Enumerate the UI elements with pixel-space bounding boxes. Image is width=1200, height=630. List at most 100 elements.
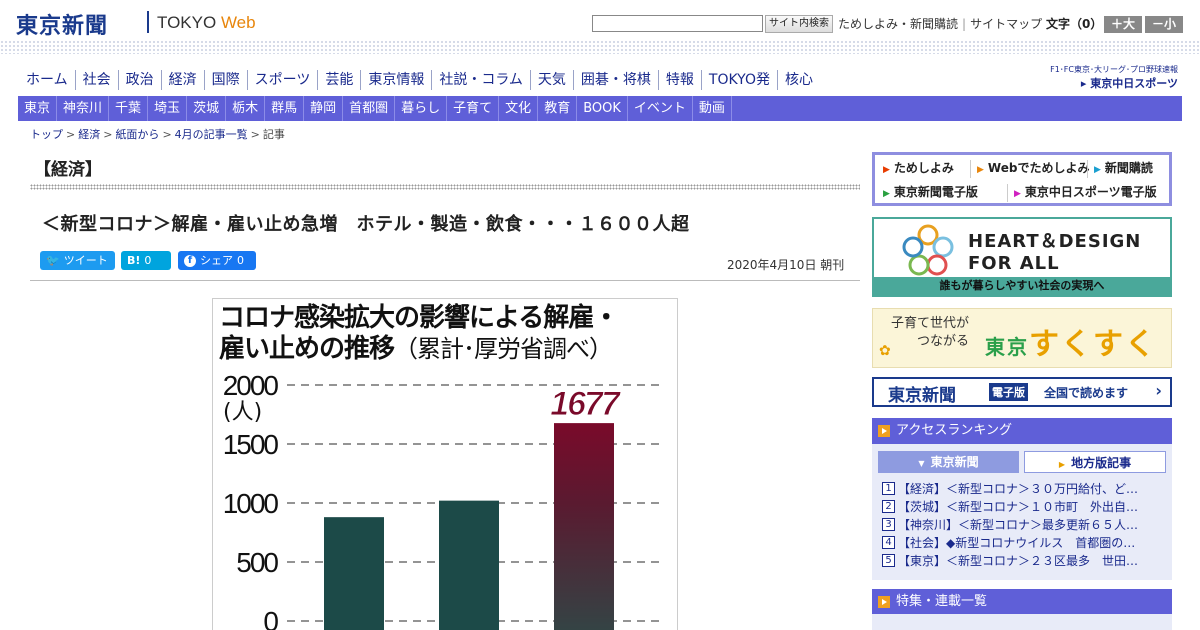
list-item[interactable]: 5 【東京】＜新型コロナ＞２３区最多 世田… — [882, 552, 1167, 570]
nav-item-politics[interactable]: 政治 — [119, 70, 162, 90]
region-item[interactable]: BOOK — [577, 96, 628, 121]
tweet-button[interactable]: 🐦 ツイート — [40, 251, 115, 270]
list-item[interactable]: 1 【経済】＜新型コロナ＞３０万円給付、ど… — [882, 480, 1167, 498]
breadcrumb-april[interactable]: 4月の記事一覧 — [175, 128, 248, 141]
nav-item-society[interactable]: 社会 — [76, 70, 119, 90]
header-link-sitemap[interactable]: サイトマップ — [970, 17, 1042, 31]
facebook-share-button[interactable]: f シェア 0 — [178, 251, 256, 270]
quick-link-chunichi-e-paper[interactable]: ▶ 東京中日スポーツ電子版 — [1007, 184, 1157, 202]
site-search-button[interactable]: サイト内検索 — [765, 15, 833, 33]
data-label: 1677 — [550, 385, 622, 423]
rank-number: 5 — [882, 554, 895, 567]
hatena-count: 0 — [144, 254, 152, 267]
chevron-right-icon: › — [1155, 381, 1162, 400]
main-nav: ホーム 社会 政治 経済 国際 スポーツ 芸能 東京情報 社説・コラム 天気 囲… — [20, 70, 820, 90]
region-item[interactable]: 埼玉 — [148, 96, 188, 121]
ranking-panel: ▼ 東京新聞 ▶ 地方版記事 1 【経済】＜新型コロナ＞３０万円給付、ど… 2 【茨城】… — [872, 444, 1172, 580]
list-item[interactable]: 4 【社会】◆新型コロナウイルス 首都圏の… — [882, 534, 1167, 552]
region-item[interactable]: 神奈川 — [57, 96, 110, 121]
tab-tokyo-shimbun[interactable]: ▼ 東京新聞 — [878, 451, 1019, 473]
nav-item-entertainment[interactable]: 芸能 — [318, 70, 362, 90]
quick-link-web-trial[interactable]: ▶ Webでためしよみ — [970, 160, 1089, 178]
region-item[interactable]: 動画 — [693, 96, 732, 121]
nav-item-tokyo-hatsu[interactable]: TOKYO発 — [702, 70, 778, 90]
nav-item-weather[interactable]: 天気 — [531, 70, 574, 90]
region-item[interactable]: イベント — [628, 96, 693, 121]
region-item[interactable]: 千葉 — [109, 96, 149, 121]
chunichi-sports-link[interactable]: F1･FC東京･大リーグ･プロ野球速報 ▸ 東京中日スポーツ — [1028, 64, 1178, 91]
logo-divider — [147, 11, 149, 33]
region-item[interactable]: 栃木 — [226, 96, 266, 121]
banner-hd-line1: HEART＆DESIGN — [968, 231, 1142, 252]
heart-design-banner[interactable]: HEART＆DESIGN FOR ALL 誰もが暮らしやすい社会の実現へ — [872, 217, 1172, 297]
quick-link-subscribe[interactable]: ▶ 新聞購読 — [1087, 160, 1153, 178]
breadcrumb-paper[interactable]: 紙面から — [115, 128, 159, 141]
nav-item-core[interactable]: 核心 — [778, 70, 820, 90]
nav-item-tokyo-info[interactable]: 東京情報 — [361, 70, 433, 90]
nav-item-sports[interactable]: スポーツ — [248, 70, 319, 90]
tab-local-articles[interactable]: ▶ 地方版記事 — [1024, 451, 1166, 473]
region-item[interactable]: 静岡 — [304, 96, 344, 121]
arrow-icon: ▶ — [883, 165, 890, 175]
section-arrow-icon — [878, 596, 890, 608]
site-logo-en[interactable]: TOKYO Web — [157, 13, 256, 33]
nav-item-economy[interactable]: 経済 — [162, 70, 205, 90]
flower-icon: ✿ — [879, 343, 891, 359]
nav-item-special[interactable]: 特報 — [659, 70, 702, 90]
sukusuku-banner[interactable]: 子育て世代が つながる 東京すくすく ✿ — [872, 308, 1172, 368]
region-item[interactable]: 文化 — [499, 96, 539, 121]
facebook-icon: f — [184, 254, 196, 267]
region-item[interactable]: 首都圏 — [343, 96, 396, 121]
banner-sk-small1: 子育て世代が — [891, 316, 970, 331]
region-item[interactable]: 暮らし — [395, 96, 448, 121]
font-larger-button[interactable]: ＋大 — [1104, 16, 1142, 33]
rank-number: 1 — [882, 482, 895, 495]
chunichi-small-text: F1･FC東京･大リーグ･プロ野球速報 — [1050, 65, 1178, 74]
arrow-icon: ▶ — [977, 165, 984, 175]
breadcrumb-sep: > — [103, 128, 113, 141]
e-paper-banner[interactable]: 東京新聞 電子版 全国で読めます › — [872, 377, 1172, 407]
breadcrumb-top[interactable]: トップ — [30, 128, 63, 141]
arrow-icon: ▶ — [883, 189, 890, 199]
list-item[interactable]: 3 【神奈川】＜新型コロナ＞最多更新６５人… — [882, 516, 1167, 534]
rank-title: 【社会】◆新型コロナウイルス 首都圏の… — [898, 536, 1136, 550]
hatena-bookmark-button[interactable]: B! 0 — [121, 251, 171, 270]
quick-link-e-paper[interactable]: ▶ 東京新聞電子版 — [883, 184, 978, 202]
banner-hd-line2: FOR ALL — [968, 253, 1060, 274]
feature-header: 特集・連載一覧 — [872, 589, 1172, 615]
article-headline: ＜新型コロナ＞解雇・雇い止め急増 ホテル・製造・飲食・・・１６００人超 — [42, 214, 690, 235]
banner-sk-tokyo: 東京 — [985, 335, 1029, 359]
fb-share-count: 0 — [237, 254, 244, 267]
region-item[interactable]: 東京 — [18, 96, 58, 121]
arrow-icon: ▶ — [1094, 165, 1101, 175]
header-link-trial[interactable]: ためしよみ・新聞購読 — [838, 17, 958, 31]
region-item[interactable]: 群馬 — [265, 96, 305, 121]
breadcrumb-economy[interactable]: 経済 — [78, 128, 100, 141]
banner-hd-text: HEART＆DESIGN FOR ALL — [968, 227, 1141, 274]
site-search-input[interactable] — [592, 15, 763, 32]
banner-sk-small2: つながる — [917, 334, 970, 349]
region-item[interactable]: 茨城 — [187, 96, 227, 121]
rank-title: 【経済】＜新型コロナ＞３０万円給付、ど… — [898, 482, 1139, 496]
nav-item-international[interactable]: 国際 — [205, 70, 248, 90]
quick-link-label: 東京新聞電子版 — [893, 185, 978, 199]
triangle-down-icon: ▼ — [918, 459, 925, 468]
nav-item-editorial[interactable]: 社説・コラム — [432, 70, 531, 90]
region-item[interactable]: 教育 — [538, 96, 578, 121]
nav-item-go-shogi[interactable]: 囲碁・将棋 — [574, 70, 659, 90]
quick-link-label: 東京中日スポーツ電子版 — [1024, 185, 1157, 199]
quick-link-trial[interactable]: ▶ ためしよみ — [883, 160, 954, 178]
bar — [554, 423, 614, 630]
rank-number: 3 — [882, 518, 895, 531]
site-logo[interactable]: 東京新聞 — [16, 8, 108, 40]
region-item[interactable]: 子育て — [447, 96, 500, 121]
list-item[interactable]: 2 【茨城】＜新型コロナ＞１０市町 外出自… — [882, 498, 1167, 516]
arrow-icon: ▶ — [1014, 189, 1021, 199]
nav-item-home[interactable]: ホーム — [20, 70, 76, 90]
rank-title: 【神奈川】＜新型コロナ＞最多更新６５人… — [898, 518, 1139, 532]
rank-number: 4 — [882, 536, 895, 549]
bar — [324, 517, 384, 630]
rank-title: 【茨城】＜新型コロナ＞１０市町 外出自… — [898, 500, 1139, 514]
font-smaller-button[interactable]: －小 — [1145, 16, 1183, 33]
chart-title-line2: 雇い止めの推移（累計･厚労省調べ） — [219, 334, 618, 365]
